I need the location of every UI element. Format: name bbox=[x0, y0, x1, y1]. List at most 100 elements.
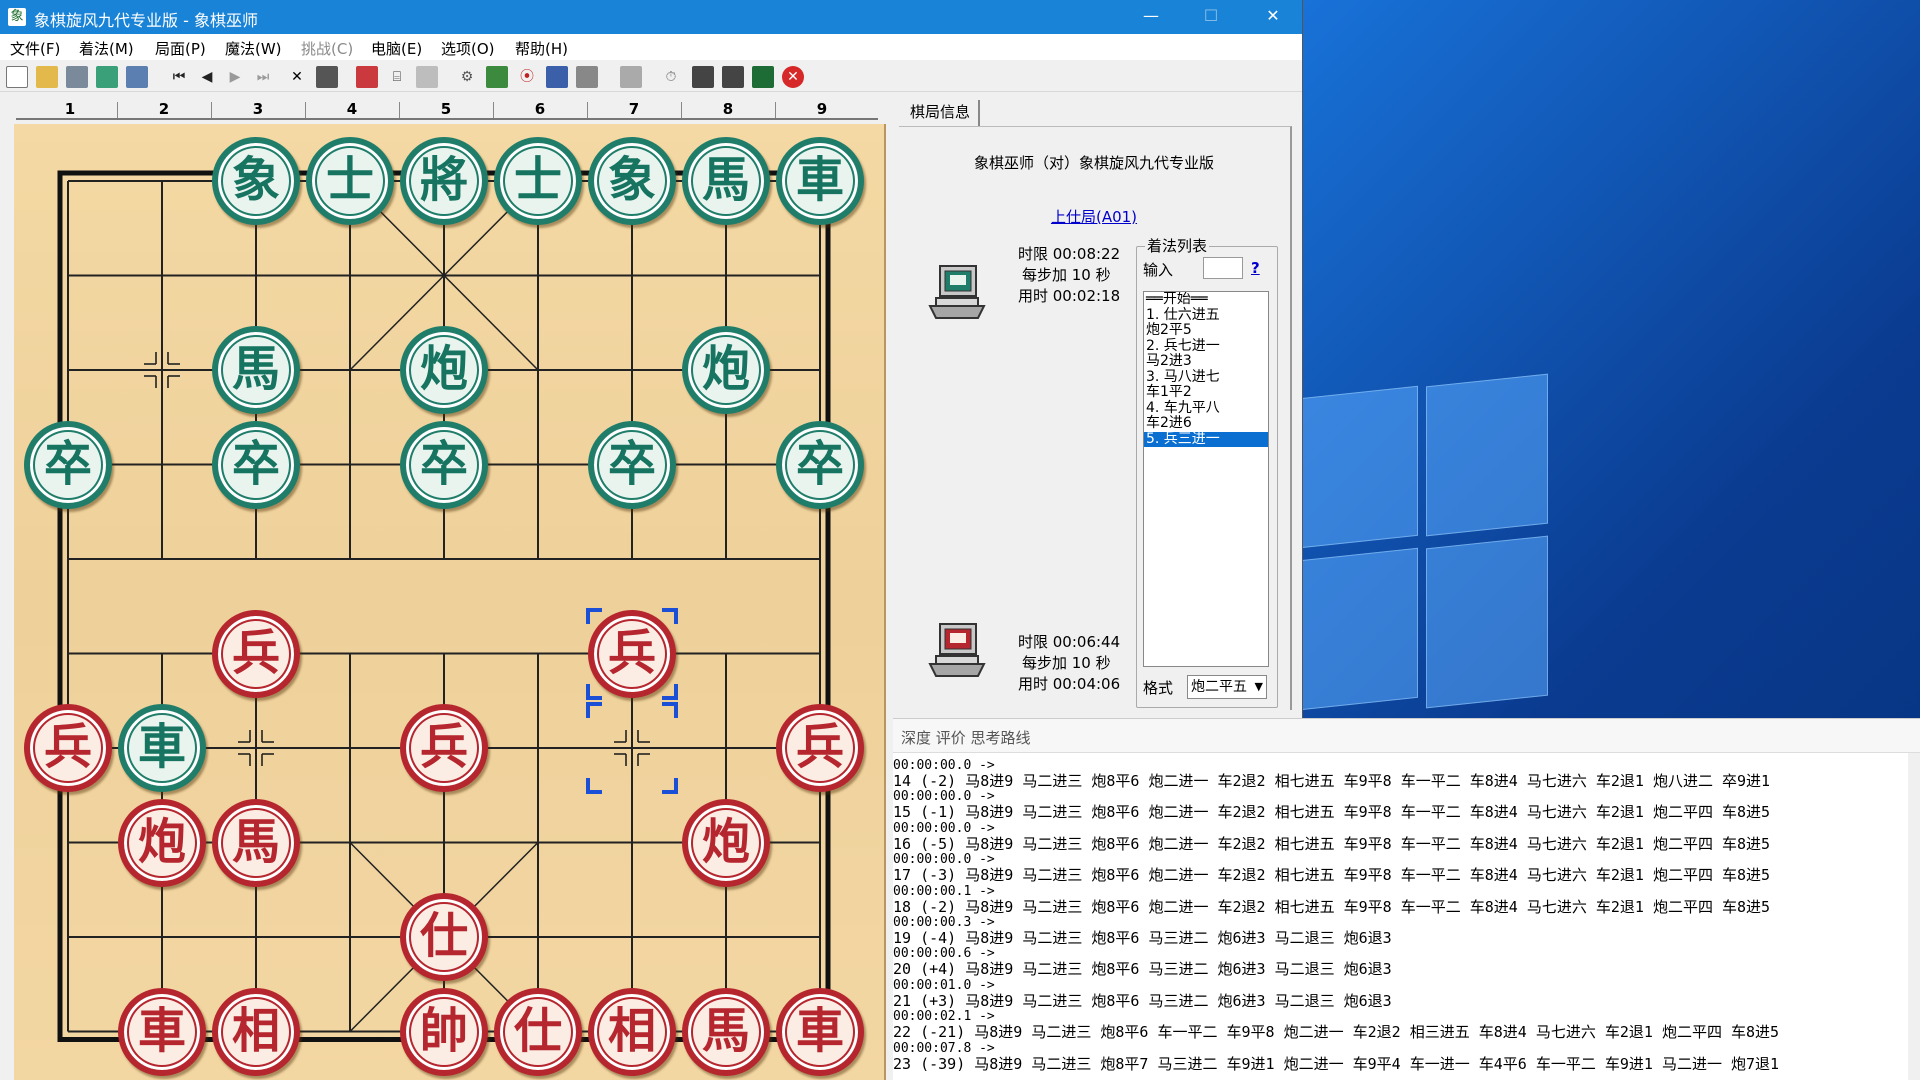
maximize-button[interactable]: ☐ bbox=[1188, 0, 1234, 34]
red-piece[interactable]: 車 bbox=[776, 987, 864, 1076]
ruler-separator bbox=[399, 102, 400, 118]
red-piece[interactable]: 帥 bbox=[400, 987, 488, 1076]
batch-icon[interactable] bbox=[576, 66, 598, 88]
analysis-time: 00:00:00.0 -> bbox=[893, 820, 995, 836]
move-list-item[interactable]: 车2进6 bbox=[1144, 415, 1268, 432]
red-piece[interactable]: 車 bbox=[118, 987, 206, 1076]
black-piece[interactable]: 士 bbox=[306, 137, 394, 225]
black-piece[interactable]: 將 bbox=[400, 137, 488, 225]
red-piece[interactable]: 仕 bbox=[400, 893, 488, 981]
open-folder-icon[interactable] bbox=[36, 66, 58, 88]
move-list-item[interactable]: 炮2平5 bbox=[1144, 322, 1268, 339]
close-button[interactable]: ✕ bbox=[1250, 0, 1296, 34]
help-icon[interactable]: ? bbox=[1251, 259, 1260, 277]
chess-board[interactable]: 象士將士象馬車馬炮炮卒卒卒卒卒車兵兵兵兵兵炮馬炮仕車相帥仕相馬車 bbox=[14, 124, 886, 1080]
black-piece[interactable]: 象 bbox=[588, 137, 676, 225]
red-piece[interactable]: 仕 bbox=[494, 987, 582, 1076]
move-list-item[interactable]: 车1平2 bbox=[1144, 384, 1268, 401]
opening-link[interactable]: 上仕局(A01) bbox=[893, 206, 1295, 227]
black-piece[interactable]: 卒 bbox=[400, 420, 488, 509]
red-piece[interactable]: 炮 bbox=[682, 798, 770, 887]
format-select[interactable]: 炮二平五 ▼ bbox=[1187, 675, 1267, 699]
menu-magic[interactable]: 魔法(W) bbox=[225, 38, 282, 59]
red-piece[interactable]: 相 bbox=[588, 987, 676, 1076]
move-list-item[interactable]: 1. 仕六进五 bbox=[1144, 307, 1268, 324]
menu-file[interactable]: 文件(F) bbox=[10, 38, 60, 59]
black-piece[interactable]: 炮 bbox=[682, 326, 770, 414]
red-piece[interactable]: 炮 bbox=[118, 798, 206, 887]
analysis-pv: 23 (-39) 马8进9 马二进三 炮8平7 马三进二 车9进1 炮二进一 车… bbox=[893, 1054, 1780, 1073]
move-list-item[interactable]: 马2进3 bbox=[1144, 353, 1268, 370]
move-list-item[interactable]: 4. 车九平八 bbox=[1144, 400, 1268, 417]
grid-icon[interactable] bbox=[416, 66, 438, 88]
ruler-separator bbox=[211, 102, 212, 118]
format-value: 炮二平五 bbox=[1191, 679, 1247, 695]
red-increment: 每步加 10 秒 bbox=[1022, 654, 1111, 672]
menu-computer[interactable]: 电脑(E) bbox=[371, 38, 422, 59]
black-piece[interactable]: 卒 bbox=[24, 420, 112, 509]
ruler-separator bbox=[305, 102, 306, 118]
title-bar[interactable]: 象 象棋旋风九代专业版 - 象棋巫师 — ☐ ✕ bbox=[0, 0, 1302, 34]
black-piece[interactable]: 卒 bbox=[212, 420, 300, 509]
tab-game-info[interactable]: 棋局信息 bbox=[902, 100, 981, 126]
paste-icon[interactable] bbox=[316, 66, 338, 88]
analysis-time: 00:00:02.1 -> bbox=[893, 1009, 995, 1025]
last-move-icon[interactable]: ⏭ bbox=[252, 66, 274, 88]
ruler-number: 6 bbox=[534, 100, 546, 118]
move-list-item[interactable]: 5. 兵三进一 bbox=[1144, 431, 1268, 447]
analyze-icon[interactable]: ⦿ bbox=[516, 66, 538, 88]
black-piece[interactable]: 炮 bbox=[400, 326, 488, 414]
menu-challenge[interactable]: 挑战(C) bbox=[301, 38, 353, 59]
chart-icon[interactable] bbox=[752, 66, 774, 88]
red-piece[interactable]: 相 bbox=[212, 987, 300, 1076]
first-move-icon[interactable]: ⏮ bbox=[168, 66, 190, 88]
red-piece[interactable]: 兵 bbox=[212, 609, 300, 698]
analysis-scrollbar[interactable] bbox=[1908, 753, 1920, 1080]
black-piece[interactable]: 士 bbox=[494, 137, 582, 225]
black-piece[interactable]: 馬 bbox=[682, 137, 770, 225]
engine-load-icon[interactable] bbox=[486, 66, 508, 88]
black-piece[interactable]: 卒 bbox=[588, 420, 676, 509]
stop-icon[interactable]: ✕ bbox=[782, 66, 804, 88]
computer-red-icon[interactable] bbox=[722, 66, 744, 88]
black-piece[interactable]: 馬 bbox=[212, 326, 300, 414]
book-icon[interactable] bbox=[546, 66, 568, 88]
analysis-line: 00:00:00.0 -> 16 (-5) 马8进9 马二进三 炮8平6 炮二进… bbox=[893, 820, 1913, 853]
library-icon[interactable] bbox=[620, 66, 642, 88]
previous-move-icon[interactable]: ◀ bbox=[196, 66, 218, 88]
computer-black-icon[interactable] bbox=[692, 66, 714, 88]
red-piece[interactable]: 馬 bbox=[682, 987, 770, 1076]
engine-settings-icon[interactable]: ⚙ bbox=[456, 66, 478, 88]
red-piece[interactable]: 兵 bbox=[776, 704, 864, 792]
menu-help[interactable]: 帮助(H) bbox=[515, 38, 568, 59]
move-list-item[interactable]: ══开始══ bbox=[1144, 292, 1268, 308]
black-piece[interactable]: 象 bbox=[212, 137, 300, 225]
red-piece[interactable]: 馬 bbox=[212, 798, 300, 887]
format-label: 格式 bbox=[1143, 679, 1174, 697]
tree-icon[interactable]: ⌸ bbox=[386, 66, 408, 88]
menu-position[interactable]: 局面(P) bbox=[155, 38, 206, 59]
new-file-icon[interactable] bbox=[6, 66, 28, 88]
next-move-icon[interactable]: ▶ bbox=[224, 66, 246, 88]
black-piece[interactable]: 車 bbox=[776, 137, 864, 225]
print-icon[interactable] bbox=[126, 66, 148, 88]
delete-move-icon[interactable]: ✕ bbox=[286, 66, 308, 88]
save-as-icon[interactable] bbox=[96, 66, 118, 88]
analysis-time: 00:00:07.8 -> bbox=[893, 1040, 995, 1056]
move-list-item[interactable]: 2. 兵七进一 bbox=[1144, 338, 1268, 355]
flip-board-icon[interactable] bbox=[356, 66, 378, 88]
minimize-button[interactable]: — bbox=[1128, 0, 1174, 34]
black-piece[interactable]: 卒 bbox=[776, 420, 864, 509]
analysis-time: 00:00:00.0 -> bbox=[893, 789, 995, 805]
black-piece[interactable]: 車 bbox=[118, 704, 206, 792]
move-list[interactable]: ══开始══ 1. 仕六进五 炮2平5 2. 兵七进一 马2进3 3. 马八进七 车1… bbox=[1143, 291, 1269, 667]
move-input-field[interactable] bbox=[1203, 257, 1243, 279]
red-piece[interactable]: 兵 bbox=[400, 704, 488, 792]
menu-options[interactable]: 选项(O) bbox=[441, 38, 495, 59]
timer-icon[interactable]: ⏱ bbox=[660, 66, 682, 88]
move-list-item[interactable]: 3. 马八进七 bbox=[1144, 369, 1268, 386]
red-piece[interactable]: 兵 bbox=[24, 704, 112, 792]
menu-move[interactable]: 着法(M) bbox=[79, 38, 134, 59]
analysis-line: 00:00:02.1 -> 22 (-21) 马8进9 马二进三 炮8平6 车一… bbox=[893, 1010, 1913, 1041]
save-icon[interactable] bbox=[66, 66, 88, 88]
